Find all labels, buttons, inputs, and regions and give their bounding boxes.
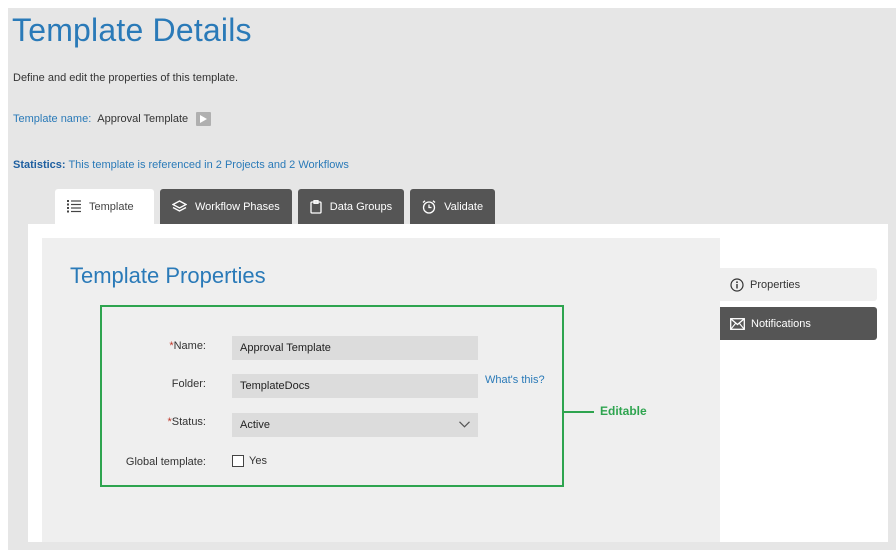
list-icon	[67, 200, 81, 213]
global-template-checkbox[interactable]	[232, 455, 244, 467]
global-template-label: Global template:	[125, 456, 206, 468]
page-title: Template Details	[12, 12, 252, 48]
tab-workflow-phases-label: Workflow Phases	[195, 200, 280, 213]
side-item-notifications[interactable]: Notifications	[720, 307, 877, 340]
side-item-properties-label: Properties	[750, 278, 801, 291]
tab-template[interactable]: Template	[55, 189, 154, 224]
statistics-text: This template is referenced in 2 Project…	[68, 159, 349, 171]
play-icon[interactable]	[196, 112, 212, 126]
tab-template-label: Template	[89, 200, 134, 213]
section-title: Template Properties	[70, 263, 266, 288]
status-select-value: Active	[240, 419, 270, 431]
alarm-clock-icon	[422, 199, 436, 214]
folder-input[interactable]: TemplateDocs	[232, 374, 478, 398]
callout-line	[564, 411, 594, 413]
side-item-properties[interactable]: Properties	[720, 268, 877, 301]
tab-validate-label: Validate	[444, 200, 484, 213]
tab-validate[interactable]: Validate	[410, 189, 496, 224]
info-icon	[730, 277, 744, 292]
side-item-notifications-label: Notifications	[751, 317, 811, 330]
name-label: *Name:	[86, 340, 206, 352]
whats-this-link[interactable]: What's this?	[485, 374, 545, 386]
status-select[interactable]: Active	[232, 413, 478, 437]
tab-data-groups[interactable]: Data Groups	[297, 189, 405, 224]
folder-label: Folder:	[171, 378, 206, 390]
tab-bar: Template Workflow Phases Data Groups Val…	[55, 189, 496, 224]
status-label-text: Status:	[171, 416, 206, 428]
editable-callout: Editable	[600, 404, 647, 418]
side-nav: Properties Notifications	[720, 268, 877, 340]
template-name-label: Template name:	[13, 113, 92, 125]
document-icon	[310, 199, 322, 214]
name-input[interactable]: Approval Template	[232, 336, 478, 360]
tab-workflow-phases[interactable]: Workflow Phases	[160, 189, 292, 224]
template-name-row: Template name: Approval Template	[13, 112, 212, 126]
statistics-label: Statistics:	[13, 159, 66, 171]
tab-data-groups-label: Data Groups	[329, 200, 393, 213]
template-name-value: Approval Template	[97, 113, 189, 125]
name-label-text: Name:	[173, 340, 206, 352]
global-template-checkbox-row: Yes	[232, 455, 267, 467]
statistics-line: Statistics: This template is referenced …	[13, 159, 349, 171]
status-label: *Status:	[86, 416, 206, 428]
chevron-down-icon	[459, 419, 470, 431]
global-template-checkbox-label: Yes	[249, 455, 267, 467]
page-subtitle: Define and edit the properties of this t…	[13, 72, 239, 84]
layers-icon	[172, 200, 187, 213]
envelope-icon	[730, 317, 745, 330]
